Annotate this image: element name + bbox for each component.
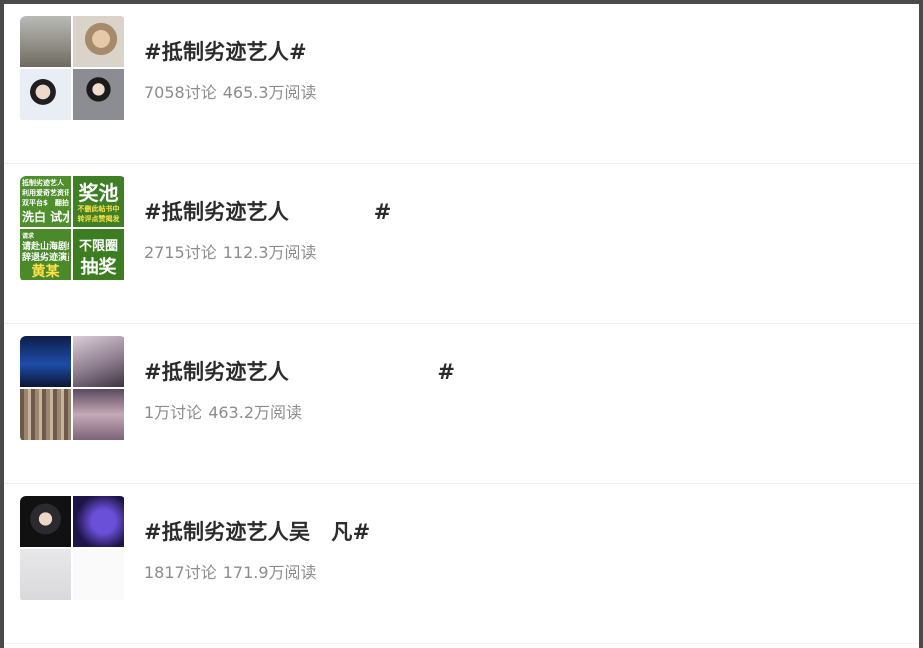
thumb-text-big: 奖池: [78, 181, 119, 205]
thumb-text-panel: 请求 请赴山海剧组 辞退劣迹演员 黄某: [20, 229, 71, 280]
topic-thumbnail[interactable]: 抵制劣迹艺人 利用爱奇艺资讯 双平台$ 翻拍 洗白 试水 奖池 不删此帖书中 转…: [20, 176, 126, 282]
topic-list: #抵制劣迹艺人# 7058讨论 465.3万阅读 抵制劣迹艺人 利用爱奇艺资讯 双…: [4, 4, 919, 644]
thumb-image: [20, 549, 71, 600]
thumb-text-panel: 抵制劣迹艺人 利用爱奇艺资讯 双平台$ 翻拍 洗白 试水: [20, 176, 71, 227]
thumb-image: [20, 16, 71, 67]
thumb-text-line: 不删此帖书中: [77, 205, 120, 213]
thumb-image: [20, 496, 71, 547]
thumb-image: [20, 336, 71, 387]
thumb-text-line: 黄某: [31, 264, 60, 280]
discussion-count: 7058讨论: [144, 83, 217, 102]
thumb-text-panel: 奖池 不删此帖书中 转评点赞揭发: [73, 176, 124, 227]
thumb-text-line: 抽奖: [80, 257, 117, 278]
read-count: 171.9万阅读: [222, 563, 317, 582]
topic-title[interactable]: #抵制劣迹艺人吴 凡#: [144, 516, 370, 546]
thumb-image: [73, 549, 124, 600]
topic-thumbnail[interactable]: [20, 336, 126, 442]
thumb-text-line: 转评点赞揭发: [77, 215, 120, 223]
topic-stats: 7058讨论 465.3万阅读: [144, 79, 317, 103]
read-count: 112.3万阅读: [222, 243, 317, 262]
topic-stats: 2715讨论 112.3万阅读: [144, 239, 317, 263]
read-count: 463.2万阅读: [208, 403, 302, 422]
topic-title[interactable]: #抵制劣迹艺人 #: [144, 196, 392, 226]
thumb-image: [73, 336, 124, 387]
thumb-text-line: 双平台$ 翻拍: [22, 199, 69, 207]
thumb-image: [20, 69, 71, 120]
read-count: 465.3万阅读: [222, 83, 317, 102]
discussion-count: 1万讨论: [144, 403, 203, 422]
thumb-image: [73, 389, 124, 440]
thumb-text-line: 不限圈: [78, 239, 118, 254]
thumb-text-line: 洗白 试水: [22, 210, 69, 224]
thumb-image: [20, 389, 71, 440]
topic-title[interactable]: #抵制劣迹艺人#: [144, 36, 307, 66]
topic-thumbnail[interactable]: [20, 16, 126, 122]
topic-row[interactable]: #抵制劣迹艺人# 7058讨论 465.3万阅读: [4, 4, 919, 164]
thumb-image: [73, 496, 124, 547]
thumb-image: [73, 69, 124, 120]
topic-row[interactable]: #抵制劣迹艺人 # 1万讨论 463.2万阅读: [4, 324, 919, 484]
thumb-text-line: 抵制劣迹艺人: [22, 179, 64, 187]
topic-thumbnail[interactable]: [20, 496, 126, 602]
thumb-text-line: 利用爱奇艺资讯: [22, 189, 69, 197]
topic-row[interactable]: #抵制劣迹艺人吴 凡# 1817讨论 171.9万阅读: [4, 484, 919, 644]
topic-stats: 1817讨论 171.9万阅读: [144, 559, 317, 583]
thumb-image: [73, 16, 124, 67]
thumb-text-panel: 不限圈 抽奖: [73, 229, 124, 280]
discussion-count: 1817讨论: [144, 563, 217, 582]
topic-title[interactable]: #抵制劣迹艺人 #: [144, 356, 455, 386]
topic-stats: 1万讨论 463.2万阅读: [144, 399, 302, 423]
topic-row[interactable]: 抵制劣迹艺人 利用爱奇艺资讯 双平台$ 翻拍 洗白 试水 奖池 不删此帖书中 转…: [4, 164, 919, 324]
discussion-count: 2715讨论: [144, 243, 217, 262]
